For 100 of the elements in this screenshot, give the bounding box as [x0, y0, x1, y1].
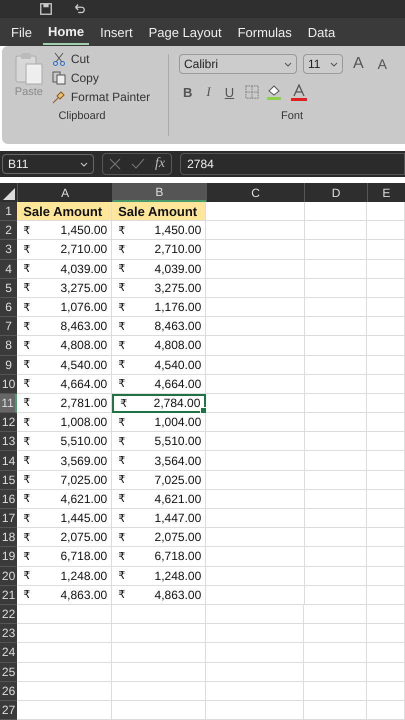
- row-header[interactable]: 7: [0, 317, 18, 336]
- table-cell: [304, 260, 367, 279]
- column-header[interactable]: E: [366, 183, 405, 202]
- ribbon-tab[interactable]: Page Layout: [144, 20, 227, 44]
- table-cell: [304, 662, 367, 682]
- ribbon-tab[interactable]: File: [6, 20, 37, 44]
- save-icon[interactable]: [38, 2, 54, 16]
- table-cell: [304, 240, 367, 260]
- bold-button[interactable]: B: [179, 84, 196, 100]
- row-header[interactable]: 3: [0, 240, 18, 260]
- table-cell: [366, 413, 405, 432]
- table-cell: [366, 221, 405, 240]
- table-cell: ₹ 7,025.00: [112, 470, 206, 490]
- row-header[interactable]: 8: [0, 336, 18, 356]
- row-header[interactable]: 25: [0, 662, 18, 682]
- table-cell: [304, 682, 367, 701]
- table-cell: [366, 202, 405, 222]
- row-header[interactable]: 22: [0, 604, 18, 624]
- ribbon-tab[interactable]: Insert: [95, 20, 138, 44]
- increase-font-button[interactable]: A: [349, 55, 368, 73]
- row-header[interactable]: 18: [0, 528, 18, 548]
- column-header[interactable]: C: [206, 183, 304, 202]
- caret-icon: [284, 62, 292, 66]
- table-cell: [304, 547, 367, 567]
- table-cell: [366, 432, 405, 452]
- table-cell: ₹ 1,447.00: [112, 509, 206, 528]
- table-cell: ₹ 3,275.00: [112, 278, 206, 298]
- font-size-field[interactable]: 11: [303, 54, 343, 74]
- table-cell: [304, 298, 367, 318]
- row-header[interactable]: 27: [0, 700, 18, 720]
- table-cell: [304, 374, 367, 394]
- table-cell: [366, 547, 405, 567]
- row-header[interactable]: 13: [0, 432, 18, 452]
- name-box[interactable]: B11: [2, 154, 94, 174]
- table-cell: ₹ 4,621.00: [17, 490, 112, 509]
- row-header[interactable]: 4: [0, 260, 18, 279]
- table-cell: [304, 202, 367, 222]
- format-painter-button[interactable]: Format Painter: [50, 88, 152, 106]
- row-header[interactable]: 6: [0, 298, 18, 318]
- row-header[interactable]: 15: [0, 470, 18, 490]
- ribbon-tab[interactable]: Formulas: [232, 20, 297, 44]
- table-cell: [366, 700, 405, 720]
- table-cell: ₹ 2,781.00: [17, 394, 112, 414]
- row-header[interactable]: 5: [0, 278, 18, 298]
- row-header[interactable]: 11: [0, 394, 18, 414]
- formula-field[interactable]: 2784: [180, 153, 405, 175]
- table-cell: ₹ 2,075.00: [17, 528, 112, 548]
- table-cell: ₹ 1,445.00: [17, 509, 112, 528]
- table-cell: [304, 221, 367, 240]
- function-icon[interactable]: fx: [155, 156, 166, 172]
- row-header[interactable]: 2: [0, 221, 18, 240]
- row-header[interactable]: 10: [0, 374, 18, 394]
- undo-icon[interactable]: [72, 2, 86, 16]
- copy-button[interactable]: Copy: [50, 69, 152, 87]
- row-header[interactable]: 14: [0, 451, 18, 471]
- ribbon-tab[interactable]: Data: [302, 20, 340, 44]
- row-header[interactable]: 17: [0, 509, 18, 528]
- row-header[interactable]: 12: [0, 413, 18, 432]
- column-header[interactable]: D: [304, 183, 367, 202]
- table-cell: [304, 509, 367, 528]
- scissors-icon: [52, 52, 66, 66]
- decrease-font-button[interactable]: A: [374, 56, 392, 72]
- row-header[interactable]: 21: [0, 586, 18, 605]
- table-cell: [366, 451, 405, 471]
- table-cell: [366, 260, 405, 279]
- cancel-icon[interactable]: [109, 158, 121, 170]
- brush-icon: [52, 90, 66, 104]
- table-cell: ₹ 1,076.00: [17, 298, 112, 318]
- cut-button[interactable]: Cut: [50, 50, 152, 68]
- row-header[interactable]: 26: [0, 682, 18, 701]
- row-header[interactable]: 1: [0, 202, 18, 222]
- clipboard-icon: [14, 52, 44, 86]
- table-cell: ₹ 4,808.00: [17, 336, 112, 356]
- table-cell: ₹ 1,248.00: [17, 566, 112, 586]
- table-cell: ₹ 4,039.00: [112, 260, 206, 279]
- underline-button[interactable]: U: [220, 84, 238, 100]
- column-header[interactable]: B: [112, 183, 206, 202]
- table-cell: [366, 682, 405, 701]
- row-header[interactable]: 19: [0, 547, 18, 567]
- check-icon[interactable]: [131, 158, 145, 170]
- borders-icon[interactable]: [244, 85, 260, 99]
- italic-button[interactable]: I: [202, 84, 215, 100]
- table-cell: [304, 604, 367, 624]
- table-cell: [304, 700, 367, 720]
- table-cell: [304, 317, 367, 336]
- group-label: Font: [280, 110, 303, 122]
- row-header[interactable]: 23: [0, 624, 18, 644]
- font-name-field[interactable]: Calibri: [179, 54, 297, 74]
- table-cell: [304, 451, 367, 471]
- header-cell: Sale Amount: [17, 202, 112, 222]
- row-header[interactable]: 20: [0, 566, 18, 586]
- row-header[interactable]: 9: [0, 356, 18, 375]
- row-header[interactable]: 24: [0, 643, 18, 662]
- font-color-icon[interactable]: [290, 84, 308, 100]
- table-cell: [304, 643, 367, 662]
- table-cell: [366, 643, 405, 662]
- table-cell: ₹ 6,718.00: [17, 547, 112, 567]
- row-header[interactable]: 16: [0, 490, 18, 509]
- table-cell: ₹ 3,569.00: [17, 451, 112, 471]
- table-cell: ₹ 8,463.00: [112, 317, 206, 336]
